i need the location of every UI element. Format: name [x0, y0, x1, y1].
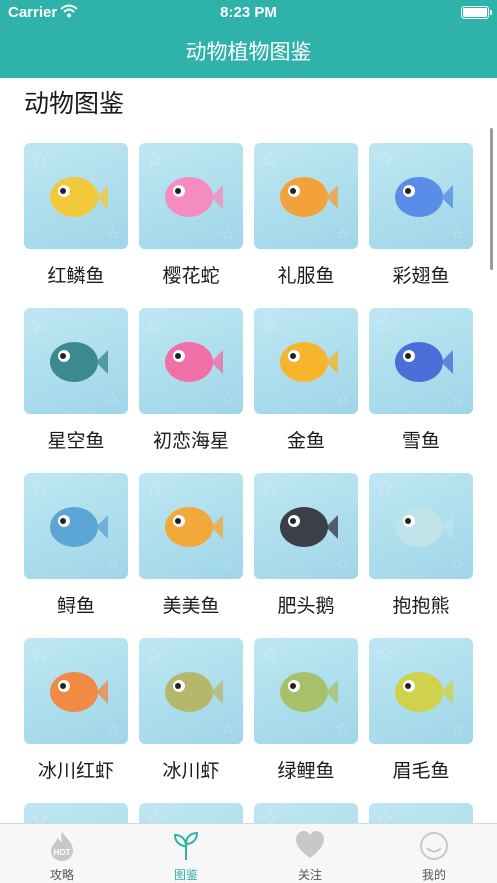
animal-grid: ☆ ☆ 红鳞鱼 ☆ ☆ 樱花蛇 ☆ ☆ 礼服鱼 ☆ ☆ 彩翅鱼 ☆ ☆ 星空鱼 ☆ ☆ 初恋海星 ☆ ☆ 金鱼 ☆ ☆ 雪鱼 ☆… — [24, 143, 476, 823]
tab-label: 图鉴 — [173, 868, 198, 882]
animal-illustration-icon — [50, 507, 108, 547]
animal-card[interactable]: ☆ ☆ 红鳞鱼 — [24, 143, 128, 288]
animal-name: 美美鱼 — [162, 595, 220, 617]
animal-name: 星空鱼 — [47, 430, 105, 452]
animal-illustration-icon — [280, 342, 338, 382]
sprout-icon — [173, 831, 199, 860]
tab-label: 关注 — [297, 868, 322, 882]
page-title: 动物植物图鉴 — [185, 40, 312, 64]
animal-thumbnail[interactable]: ☆☆ — [369, 308, 473, 414]
animal-illustration-icon — [50, 672, 108, 712]
animal-thumbnail[interactable]: ☆☆ — [254, 638, 358, 744]
animal-illustration-icon — [165, 672, 223, 712]
animal-illustration-icon — [395, 177, 453, 217]
animal-illustration-icon — [395, 507, 453, 547]
animal-thumbnail[interactable]: ☆☆ — [369, 143, 473, 249]
animal-thumbnail[interactable]: ☆☆ — [369, 803, 473, 823]
animal-thumbnail[interactable]: ☆☆ — [254, 308, 358, 414]
animal-thumbnail[interactable]: ☆☆ — [254, 473, 358, 579]
animal-name: 绿鲤鱼 — [277, 760, 335, 782]
animal-thumbnail[interactable]: ☆☆ — [24, 473, 128, 579]
battery-icon — [461, 6, 492, 19]
animal-card[interactable]: ☆ ☆ 冰川虾 — [139, 638, 243, 783]
animal-card[interactable]: ☆☆ — [24, 803, 128, 823]
animal-card[interactable]: ☆ ☆ 肥头鹅 — [254, 473, 358, 618]
section-title: 动物图鉴 — [24, 89, 125, 118]
animal-thumbnail[interactable]: ☆☆ — [139, 638, 243, 744]
scroll-indicator[interactable] — [490, 128, 493, 270]
animal-thumbnail[interactable]: ☆☆ — [24, 308, 128, 414]
animal-name: 冰川虾 — [162, 760, 220, 782]
status-time: 8:23 PM — [220, 4, 277, 21]
animal-card[interactable]: ☆ ☆ 樱花蛇 — [139, 143, 243, 288]
animal-name: 鲟鱼 — [56, 595, 95, 617]
animal-thumbnail[interactable]: ☆☆ — [254, 803, 358, 823]
animal-illustration-icon — [165, 177, 223, 217]
animal-illustration-icon — [50, 177, 108, 217]
animal-illustration-icon — [280, 507, 338, 547]
animal-name: 抱抱熊 — [392, 595, 450, 617]
nav-bar: 动物植物图鉴 — [0, 26, 497, 78]
animal-name: 金鱼 — [286, 430, 325, 452]
animal-thumbnail[interactable]: ☆☆ — [254, 143, 358, 249]
animal-illustration-icon — [395, 342, 453, 382]
animal-thumbnail[interactable]: ☆☆ — [139, 143, 243, 249]
animal-name: 雪鱼 — [401, 430, 440, 452]
animal-illustration-icon — [165, 507, 223, 547]
animal-thumbnail[interactable]: ☆☆ — [24, 803, 128, 823]
tab-0[interactable]: HOT 攻略 — [0, 824, 124, 883]
heart-icon — [296, 831, 324, 858]
tab-3[interactable]: 我的 — [372, 824, 496, 883]
animal-thumbnail[interactable]: ☆☆ — [369, 638, 473, 744]
tab-label: 我的 — [421, 868, 446, 882]
animal-card[interactable]: ☆ ☆ 绿鲤鱼 — [254, 638, 358, 783]
animal-card[interactable]: ☆ ☆ 星空鱼 — [24, 308, 128, 453]
animal-name: 肥头鹅 — [277, 595, 335, 617]
animal-card[interactable]: ☆☆ — [254, 803, 358, 823]
animal-illustration-icon — [395, 672, 453, 712]
animal-illustration-icon — [165, 342, 223, 382]
animal-thumbnail[interactable]: ☆☆ — [139, 803, 243, 823]
animal-illustration-icon — [50, 342, 108, 382]
animal-card[interactable]: ☆☆ — [369, 803, 473, 823]
animal-card[interactable]: ☆☆ — [139, 803, 243, 823]
animal-card[interactable]: ☆ ☆ 金鱼 — [254, 308, 358, 453]
animal-card[interactable]: ☆ ☆ 鲟鱼 — [24, 473, 128, 618]
tab-bar: HOT 攻略 图鉴 关注 我的 — [0, 823, 497, 883]
animal-thumbnail[interactable]: ☆☆ — [139, 308, 243, 414]
animal-thumbnail[interactable]: ☆☆ — [139, 473, 243, 579]
smile-face-icon — [420, 832, 448, 860]
animal-illustration-icon — [280, 177, 338, 217]
animal-name: 红鳞鱼 — [47, 265, 105, 287]
animal-card[interactable]: ☆ ☆ 彩翅鱼 — [369, 143, 473, 288]
animal-name: 樱花蛇 — [162, 265, 220, 287]
animal-thumbnail[interactable]: ☆☆ — [369, 473, 473, 579]
svg-text:HOT: HOT — [54, 848, 71, 857]
tab-2[interactable]: 关注 — [248, 824, 372, 883]
animal-illustration-icon — [280, 672, 338, 712]
animal-name: 彩翅鱼 — [392, 265, 450, 287]
tab-1[interactable]: 图鉴 — [124, 824, 248, 883]
animal-card[interactable]: ☆ ☆ 初恋海星 — [139, 308, 243, 453]
animal-name: 礼服鱼 — [277, 265, 335, 287]
animal-name: 冰川红虾 — [37, 760, 114, 782]
tab-label: 攻略 — [49, 868, 74, 882]
animal-card[interactable]: ☆ ☆ 眉毛鱼 — [369, 638, 473, 783]
status-bar: Carrier 8:23 PM — [0, 0, 497, 26]
animal-card[interactable]: ☆ ☆ 雪鱼 — [369, 308, 473, 453]
animal-thumbnail[interactable]: ☆☆ — [24, 143, 128, 249]
hot-flame-icon: HOT — [51, 832, 73, 861]
animal-card[interactable]: ☆ ☆ 礼服鱼 — [254, 143, 358, 288]
animal-name: 初恋海星 — [152, 430, 229, 452]
animal-thumbnail[interactable]: ☆☆ — [24, 638, 128, 744]
animal-card[interactable]: ☆ ☆ 美美鱼 — [139, 473, 243, 618]
animal-card[interactable]: ☆ ☆ 抱抱熊 — [369, 473, 473, 618]
animal-card[interactable]: ☆ ☆ 冰川红虾 — [24, 638, 128, 783]
animal-name: 眉毛鱼 — [392, 760, 450, 782]
